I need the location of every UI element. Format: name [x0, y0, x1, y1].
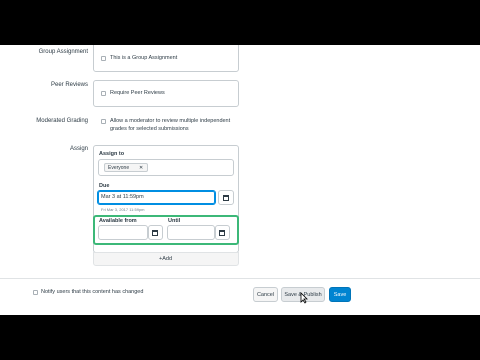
footer-divider	[0, 278, 480, 279]
group-assignment-checkbox[interactable]	[101, 56, 106, 61]
assignment-settings-panel: Group Assignment This is a Group Assignm…	[0, 45, 480, 315]
moderated-grading-checkbox-label-line1[interactable]: Allow a moderator to review multiple ind…	[110, 118, 230, 124]
group-assignment-label: Group Assignment	[38, 49, 88, 55]
cancel-button[interactable]: Cancel	[253, 287, 278, 302]
save-button[interactable]: Save	[329, 287, 351, 302]
notify-users-checkbox[interactable]	[33, 290, 38, 295]
notify-users-label[interactable]: Notify users that this content has chang…	[41, 289, 143, 295]
available-from-input[interactable]	[98, 225, 148, 240]
calendar-icon	[218, 229, 226, 236]
everyone-token-label: Everyone	[108, 165, 130, 171]
assign-to-label: Assign to	[99, 151, 125, 157]
calendar-icon	[222, 194, 230, 201]
add-button-label: +Add	[159, 256, 172, 262]
calendar-icon	[151, 229, 159, 236]
moderated-grading-label: Moderated Grading	[36, 118, 88, 124]
peer-reviews-checkbox-label[interactable]: Require Peer Reviews	[110, 90, 165, 96]
moderated-grading-checkbox-label-line2[interactable]: grades for selected submissions	[110, 126, 189, 132]
add-assignment-button[interactable]: +Add	[93, 252, 239, 266]
due-label: Due	[99, 183, 110, 189]
everyone-token: Everyone ✕	[104, 163, 148, 172]
until-input[interactable]	[167, 225, 215, 240]
peer-reviews-checkbox[interactable]	[101, 91, 106, 96]
moderated-grading-checkbox[interactable]	[101, 119, 106, 124]
mouse-cursor-icon	[300, 292, 308, 304]
available-from-label: Available from	[99, 218, 137, 224]
until-label: Until	[168, 218, 181, 224]
peer-reviews-label: Peer Reviews	[50, 82, 88, 88]
due-date-value: Mar 3 at 11:59pm	[101, 194, 144, 200]
group-assignment-checkbox-label[interactable]: This is a Group Assignment	[110, 55, 177, 61]
token-remove-icon[interactable]: ✕	[139, 165, 143, 171]
assign-label: Assign	[69, 146, 88, 152]
due-date-hint: Fri Mar 3, 2017 11:59pm	[101, 207, 145, 212]
